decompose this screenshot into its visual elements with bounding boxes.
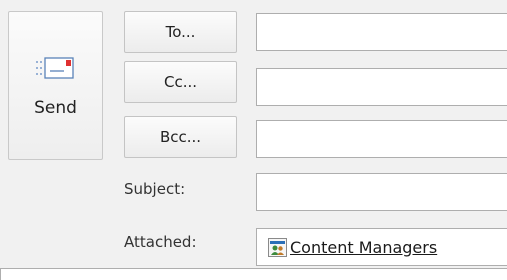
cc-button[interactable]: Cc... xyxy=(124,61,237,103)
subject-label: Subject: xyxy=(124,180,186,198)
attachment-name: Content Managers xyxy=(290,237,438,257)
contact-group-icon xyxy=(268,237,287,257)
send-label: Send xyxy=(34,98,77,118)
send-envelope-icon xyxy=(35,57,74,79)
message-body[interactable] xyxy=(0,268,507,280)
cc-field[interactable] xyxy=(256,68,507,106)
attached-field[interactable]: Content Managers xyxy=(256,228,507,266)
attached-label: Attached: xyxy=(124,233,197,251)
attachment-item[interactable]: Content Managers xyxy=(268,237,438,257)
subject-field[interactable] xyxy=(256,173,507,211)
bcc-button[interactable]: Bcc... xyxy=(124,116,237,158)
to-field[interactable] xyxy=(256,13,507,51)
to-button[interactable]: To... xyxy=(124,11,237,53)
send-button[interactable]: Send xyxy=(8,11,103,160)
bcc-field[interactable] xyxy=(256,120,507,158)
